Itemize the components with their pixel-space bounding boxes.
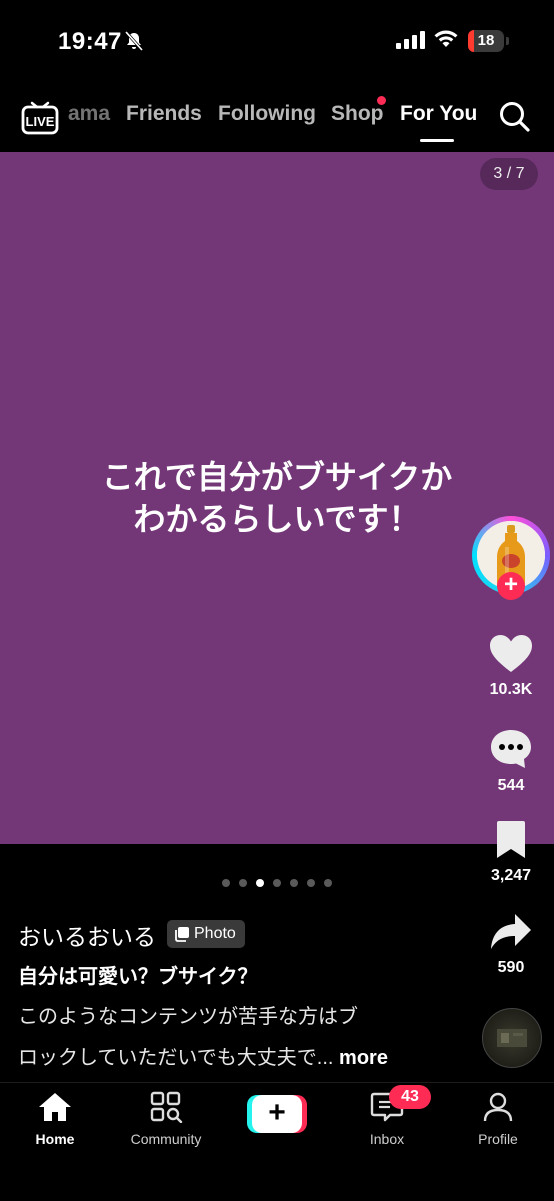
bookmark-button[interactable]: 3,247: [478, 820, 544, 885]
live-label: LIVE: [26, 114, 55, 129]
carousel-dots: [222, 879, 332, 887]
wifi-icon: [434, 30, 458, 47]
nav-inbox-label: Inbox: [369, 1131, 405, 1147]
bookmark-icon: [497, 821, 525, 858]
comment-icon: [491, 730, 531, 768]
tab-friends[interactable]: Friends: [126, 102, 202, 126]
description-line-2-text: ロックしていただいでも大丈夫で...: [18, 1047, 334, 1069]
photo-badge-label: Photo: [194, 925, 236, 942]
slide-counter: 3 / 7: [480, 158, 538, 190]
comment-button[interactable]: 544: [478, 728, 544, 795]
nav-profile[interactable]: Profile: [448, 1091, 548, 1147]
bottom-nav: Home Community + Inbox Profile: [0, 1082, 554, 1201]
nav-home-label: Home: [35, 1131, 75, 1147]
description-line-2: ロックしていただいでも大丈夫で... more: [18, 1041, 388, 1070]
carousel-dot: [239, 879, 247, 887]
inbox-badge: 43: [389, 1085, 431, 1109]
headline-line-1: これで自分がブサイクか: [101, 459, 453, 495]
tab-shop[interactable]: Shop: [331, 102, 384, 126]
slide-headline: これで自分がブサイクか わかるらしいです！: [0, 456, 554, 540]
live-icon[interactable]: LIVE: [20, 96, 60, 136]
status-time: 19:47: [58, 28, 122, 55]
music-cover-image: [497, 1029, 527, 1047]
share-icon: [491, 914, 531, 949]
share-button[interactable]: 590: [478, 912, 544, 977]
heart-icon: [490, 635, 532, 672]
author-name[interactable]: おいるおいる: [18, 918, 156, 952]
top-nav: LIVE ama Friends Following Shop For You: [0, 88, 554, 148]
nav-profile-label: Profile: [478, 1131, 518, 1147]
carousel-dot: [273, 879, 281, 887]
carousel-dot: [256, 879, 264, 887]
nav-community-label: Community: [130, 1131, 202, 1147]
carousel-dot: [324, 879, 332, 887]
nav-home[interactable]: Home: [5, 1091, 105, 1147]
carousel-dot: [222, 879, 230, 887]
search-icon[interactable]: [498, 100, 532, 134]
status-bar: 19:47 18: [0, 0, 554, 80]
like-button[interactable]: 10.3K: [478, 634, 544, 699]
photo-stack-icon: [175, 927, 189, 942]
carousel-dot: [307, 879, 315, 887]
home-icon: [39, 1093, 71, 1121]
carousel-dot: [290, 879, 298, 887]
battery-tip: [506, 37, 509, 45]
tab-ama[interactable]: ama: [68, 102, 110, 126]
like-count: 10.3K: [489, 681, 533, 698]
community-icon: [150, 1091, 183, 1124]
photo-badge: Photo: [167, 920, 245, 948]
bookmark-count: 3,247: [490, 867, 532, 884]
create-button[interactable]: +: [247, 1095, 307, 1133]
more-link[interactable]: more: [339, 1047, 388, 1069]
bell-slash-icon: [124, 31, 144, 51]
active-tab-indicator: [420, 139, 454, 142]
post-title: 自分は可愛い？ブサイク？: [18, 966, 258, 988]
battery-percent: 18: [477, 32, 495, 49]
cellular-signal-icon: [396, 31, 425, 49]
comment-count: 544: [497, 777, 525, 794]
tab-for-you[interactable]: For You: [400, 102, 477, 126]
follow-button[interactable]: +: [497, 572, 525, 600]
description-line-1: このようなコンテンツが苦手な方はブ: [18, 1006, 358, 1028]
create-plus-icon: +: [252, 1095, 302, 1133]
headline-line-2: わかるらしいです！: [133, 501, 421, 537]
tab-following[interactable]: Following: [218, 102, 316, 126]
battery-icon: 18: [468, 30, 504, 52]
shop-notification-dot: [377, 96, 386, 105]
profile-icon: [483, 1092, 513, 1122]
nav-community[interactable]: Community: [116, 1091, 216, 1147]
music-disc[interactable]: [482, 1008, 542, 1068]
share-count: 590: [497, 959, 525, 976]
